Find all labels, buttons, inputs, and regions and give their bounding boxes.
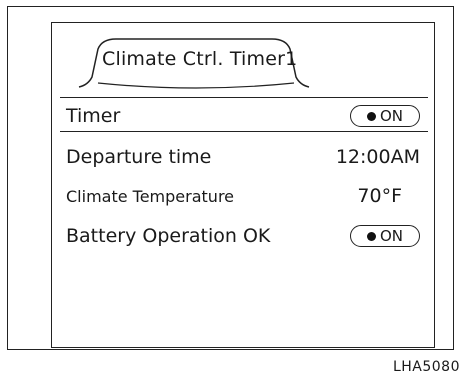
departure-time-label: Departure time — [66, 146, 212, 168]
battery-operation-toggle-label: ON — [379, 227, 404, 245]
timer-label: Timer — [66, 105, 121, 127]
display-screen: Climate Ctrl. Timer1 Timer ON Departure … — [51, 22, 435, 348]
departure-time-row[interactable]: Departure time 12:00AM — [66, 142, 420, 172]
timer-toggle-label: ON — [379, 107, 404, 125]
screen-title: Climate Ctrl. Timer1 — [102, 48, 298, 70]
climate-temperature-value: 70°F — [357, 185, 402, 207]
figure-code: LHA5080 — [392, 359, 460, 375]
battery-operation-label: Battery Operation OK — [66, 225, 271, 247]
timer-toggle[interactable]: ON — [350, 105, 420, 127]
toggle-indicator-icon — [366, 111, 376, 121]
battery-operation-toggle[interactable]: ON — [350, 225, 420, 247]
title-tab: Climate Ctrl. Timer1 — [76, 31, 312, 91]
timer-divider — [60, 131, 428, 132]
climate-temperature-label: Climate Temperature — [66, 186, 235, 206]
departure-time-value: 12:00AM — [335, 146, 420, 168]
toggle-indicator-icon — [366, 231, 376, 241]
title-divider — [60, 97, 428, 98]
battery-operation-row[interactable]: Battery Operation OK ON — [66, 221, 420, 251]
climate-temperature-row[interactable]: Climate Temperature 70°F — [66, 181, 420, 211]
timer-row[interactable]: Timer ON — [66, 101, 420, 131]
